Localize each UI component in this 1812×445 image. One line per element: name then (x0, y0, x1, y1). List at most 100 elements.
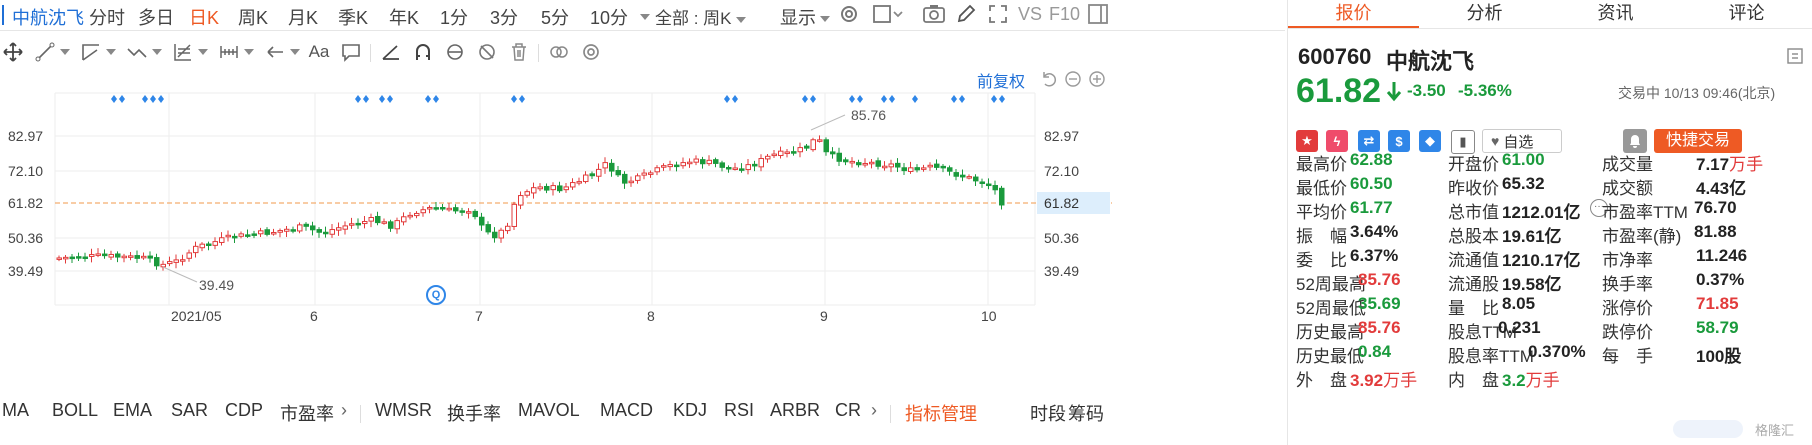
event-marker-diamond[interactable] (912, 95, 918, 103)
measure-icon[interactable] (216, 40, 242, 64)
event-marker-diamond[interactable] (951, 95, 957, 103)
chevron-down-icon[interactable] (56, 40, 70, 64)
indicator-pe[interactable]: 市盈率 (280, 400, 334, 426)
event-marker-diamond[interactable] (511, 95, 517, 103)
indicator-wmsr[interactable]: WMSR (375, 400, 432, 421)
indicator-arbr[interactable]: ARBR (770, 400, 820, 421)
event-marker-diamond[interactable] (991, 95, 997, 103)
chevron-right-icon[interactable]: › (341, 400, 347, 421)
indicator-rsi[interactable]: RSI (724, 400, 754, 421)
kline-chart[interactable]: 前复权 85.76 39.49 82.97 72.10 61.82 50.36 … (0, 71, 1285, 395)
stock-name[interactable]: 中航沈飞 (12, 4, 84, 30)
fullscreen-icon[interactable] (987, 3, 1009, 30)
detail-menu-icon[interactable] (1786, 47, 1804, 70)
magnet-icon[interactable] (410, 40, 436, 64)
event-marker-diamond[interactable] (111, 95, 117, 103)
period-intraday[interactable]: 分时 (89, 4, 125, 30)
tab-analysis[interactable]: 分析 (1419, 0, 1550, 26)
period-yearly-k[interactable]: 年K (389, 4, 419, 30)
angle-icon[interactable] (378, 40, 404, 64)
event-marker-diamond[interactable] (849, 95, 855, 103)
event-marker-diamond[interactable] (810, 95, 816, 103)
event-marker-diamond[interactable] (150, 95, 156, 103)
dollar-icon[interactable]: $ (1388, 130, 1410, 152)
period-quarterly-k[interactable]: 季K (338, 4, 368, 30)
event-marker-diamond[interactable] (881, 95, 887, 103)
tab-comments[interactable]: 评论 (1681, 0, 1812, 26)
event-marker-diamond[interactable] (363, 95, 369, 103)
event-marker-diamond[interactable] (355, 95, 361, 103)
text-tool-icon[interactable]: Aa (306, 40, 332, 64)
event-marker-diamond[interactable] (158, 95, 164, 103)
event-marker-diamond[interactable] (387, 95, 393, 103)
indicator-ma[interactable]: MA (2, 400, 29, 421)
tag-icon[interactable]: ◆ (1419, 130, 1441, 152)
indicator-macd[interactable]: MACD (600, 400, 653, 421)
vs-compare-button[interactable]: VS (1018, 4, 1042, 25)
shuffle-icon[interactable]: ⇄ (1358, 130, 1380, 152)
hide-drawing-icon[interactable] (474, 40, 500, 64)
chevron-down-icon[interactable] (102, 40, 116, 64)
chips-button[interactable]: 筹码 (1068, 400, 1104, 426)
lock-drawing-icon[interactable] (442, 40, 468, 64)
channel-line-icon[interactable] (78, 40, 104, 64)
panel-toggle-icon[interactable] (1087, 3, 1109, 30)
pencil-icon[interactable] (955, 3, 977, 30)
period-weekly-k[interactable]: 周K (238, 4, 268, 30)
event-marker-diamond[interactable] (857, 95, 863, 103)
period-monthly-k[interactable]: 月K (288, 4, 318, 30)
session-button[interactable]: 时段 (1030, 400, 1066, 426)
period-multiday[interactable]: 多日 (138, 4, 174, 30)
overlay-icon[interactable] (546, 40, 572, 64)
chevron-down-icon[interactable] (148, 40, 162, 64)
tab-quote[interactable]: 报价 (1288, 0, 1419, 28)
period-3min[interactable]: 3分 (490, 4, 518, 30)
chevron-right-icon[interactable]: › (871, 400, 877, 421)
period-daily-k[interactable]: 日K (189, 4, 219, 30)
trash-icon[interactable] (506, 40, 532, 64)
event-marker-diamond[interactable] (433, 95, 439, 103)
chevron-down-icon[interactable] (636, 8, 650, 26)
event-marker-diamond[interactable] (999, 95, 1005, 103)
event-marker-diamond[interactable] (379, 95, 385, 103)
chevron-down-icon[interactable] (240, 40, 254, 64)
lightning-icon[interactable]: ϟ (1326, 130, 1348, 152)
polyline-icon[interactable] (124, 40, 150, 64)
arrow-icon[interactable] (262, 40, 288, 64)
indicator-mavol[interactable]: MAVOL (518, 400, 580, 421)
indicator-ema[interactable]: EMA (113, 400, 152, 421)
trend-line-icon[interactable] (32, 40, 58, 64)
comment-icon[interactable] (338, 40, 364, 64)
event-marker-diamond[interactable] (802, 95, 808, 103)
fibonacci-icon[interactable] (170, 40, 196, 64)
period-10min[interactable]: 10分 (590, 4, 628, 30)
indicator-boll[interactable]: BOLL (52, 400, 98, 421)
event-marker-diamond[interactable] (519, 95, 525, 103)
range-select[interactable]: 全部 : 周K (655, 4, 746, 29)
event-badge[interactable]: Q (426, 285, 446, 305)
event-marker-diamond[interactable] (724, 95, 730, 103)
event-marker-diamond[interactable] (889, 95, 895, 103)
indicator-manage-button[interactable]: 指标管理 (905, 400, 977, 426)
indicator-kdj[interactable]: KDJ (673, 400, 707, 421)
indicator-turnover[interactable]: 换手率 (447, 400, 501, 426)
period-1min[interactable]: 1分 (440, 4, 468, 30)
tab-news[interactable]: 资讯 (1550, 0, 1681, 26)
period-5min[interactable]: 5分 (541, 4, 569, 30)
draw-settings-icon[interactable] (578, 40, 604, 64)
event-marker-diamond[interactable] (959, 95, 965, 103)
flag-icon[interactable]: ★ (1296, 130, 1318, 152)
event-marker-diamond[interactable] (425, 95, 431, 103)
chevron-down-icon[interactable] (286, 40, 300, 64)
f10-button[interactable]: F10 (1049, 4, 1080, 25)
camera-icon[interactable] (922, 3, 946, 30)
indicator-sar[interactable]: SAR (171, 400, 208, 421)
event-marker-diamond[interactable] (142, 95, 148, 103)
event-marker-diamond[interactable] (732, 95, 738, 103)
settings-icon[interactable] (838, 3, 860, 30)
indicator-cr[interactable]: CR (835, 400, 861, 421)
indicator-cdp[interactable]: CDP (225, 400, 263, 421)
move-icon[interactable] (0, 40, 26, 64)
event-marker-diamond[interactable] (119, 95, 125, 103)
display-menu[interactable]: 显示 (780, 4, 830, 30)
